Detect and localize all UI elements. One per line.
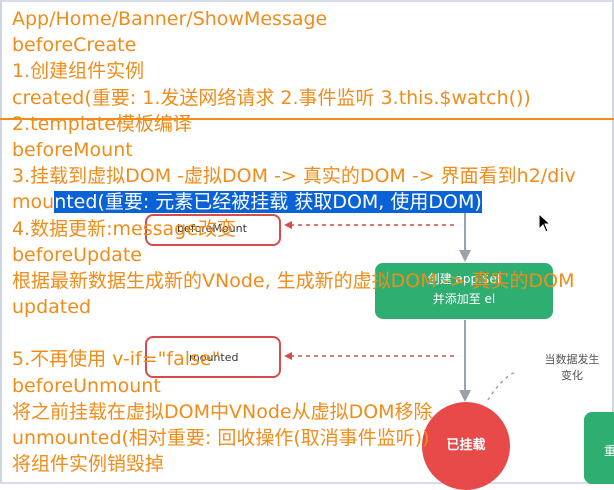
mouse-pointer-icon: [538, 213, 552, 233]
line-created: created(重要: 1.发送网络请求 2.事件监听 3.this.$watc…: [12, 86, 531, 109]
line-no-longer-used: 5.不再使用 v-if="false": [12, 348, 221, 371]
line-remove-vnode: 将之前挂载在虚拟DOM中VNode从虚拟DOM移除: [12, 400, 433, 423]
line-create-instance: 1.创建组件实例: [12, 60, 145, 83]
line-before-create: beforeCreate: [12, 34, 137, 57]
line-destroy-instance: 将组件实例销毁掉: [12, 453, 165, 476]
line-new-vnode: 根据最新数据生成新的VNode, 生成新的虚拟DOM -> 真实的DOM: [12, 269, 575, 292]
line-template-compile: 2.template模板编译: [12, 112, 192, 135]
line-blank: [12, 320, 614, 346]
mounted-plain-text: mou: [12, 191, 55, 214]
line-before-unmount: beforeUnmount: [12, 374, 161, 397]
line-data-update: 4.数据更新:message改变: [12, 217, 236, 240]
window-top-border: [0, 0, 614, 2]
line-mounted[interactable]: mounted(重要: 元素已经被挂载 获取DOM, 使用DOM): [12, 189, 614, 215]
line-updated: updated: [12, 296, 92, 319]
line-before-update: beforeUpdate: [12, 243, 142, 266]
window-left-border: [0, 0, 2, 484]
line-path: App/Home/Banner/ShowMessage: [12, 8, 328, 30]
line-unmounted: unmounted(相对重要: 回收操作(取消事件监听)): [12, 427, 430, 449]
line-before-mount: beforeMount: [12, 138, 133, 161]
text-selection[interactable]: nted(重要: 元素已经被挂载 获取DOM, 使用DOM): [54, 191, 482, 214]
line-mount-to-vdom: 3.挂载到虚拟DOM -虚拟DOM -> 真实的DOM -> 界面看到h2/di…: [12, 165, 576, 188]
annotation-text-block[interactable]: App/Home/Banner/ShowMessage beforeCreate…: [12, 6, 614, 477]
